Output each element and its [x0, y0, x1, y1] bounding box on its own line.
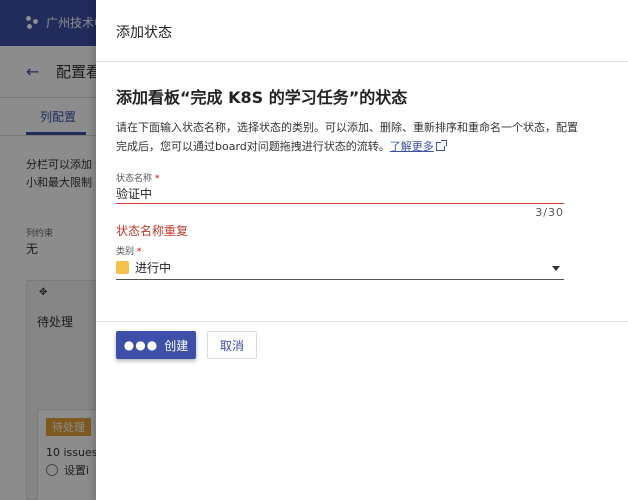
add-status-panel: 添加状态 添加看板“完成 K8S 的学习任务”的状态 请在下面输入状态名称，选择… [96, 0, 628, 500]
error-message: 状态名称重复 [116, 224, 189, 238]
dialog-heading: 添加看板“完成 K8S 的学习任务”的状态 [116, 88, 408, 107]
dialog-description: 请在下面输入状态名称，选择状态的类别。可以添加、删除、重新排序和重命名一个状态，… [116, 121, 578, 153]
category-select[interactable]: 进行中 [116, 256, 564, 280]
external-link-icon [435, 140, 447, 151]
caret-down-icon[interactable] [552, 266, 560, 271]
panel-title: 添加状态 [116, 25, 172, 41]
status-name-label: 状态名称 * [116, 174, 160, 184]
status-name-input[interactable] [116, 184, 564, 204]
category-color-swatch [116, 261, 129, 274]
cancel-button[interactable]: 取消 [207, 331, 257, 359]
loading-dots-icon: ●●● [123, 338, 159, 352]
footer-divider [96, 321, 628, 322]
category-value: 进行中 [135, 261, 172, 275]
panel-header: 添加状态 [96, 0, 628, 62]
char-counter: 3/30 [535, 206, 564, 219]
learn-more-link[interactable]: 了解更多 [390, 140, 447, 153]
required-mark: * [154, 174, 160, 184]
create-button[interactable]: ●●● 创建 [116, 331, 196, 359]
